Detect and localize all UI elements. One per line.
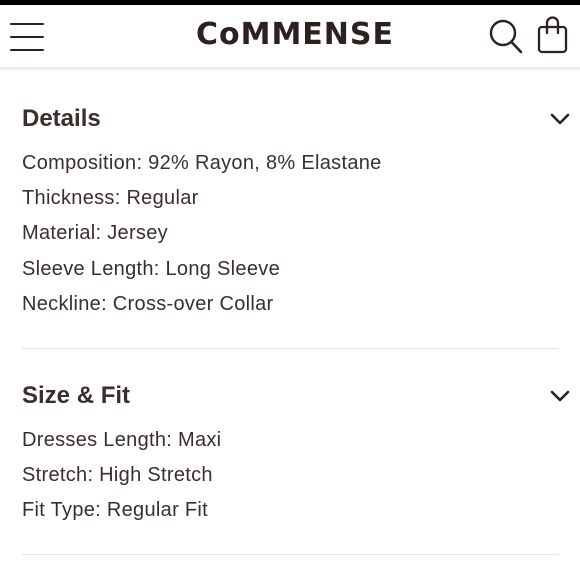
detail-dresses-length: Dresses Length: Maxi [22,429,222,451]
site-header: CoMMENSE [0,5,580,67]
shopping-bag-icon [537,16,568,54]
chevron-down-icon[interactable] [548,110,572,128]
chevron-down-icon[interactable] [548,387,572,405]
cart-button[interactable] [536,14,570,56]
detail-composition: Composition: 92% Rayon, 8% Elastane [22,152,382,174]
details-section: Details Composition: 92% Rayon, 8% Elast… [0,100,580,350]
hamburger-menu-icon-bar-top [10,23,44,25]
details-section-title: Details [22,105,101,132]
size-fit-section: Size & Fit Dresses Length: Maxi Stretch:… [0,377,580,557]
detail-fit-type: Fit Type: Regular Fit [22,499,208,521]
details-section-header[interactable]: Details [0,100,580,140]
hamburger-menu-icon-bar-middle [10,36,44,38]
hamburger-menu-icon-bar-bottom [10,49,44,51]
search-icon [489,19,523,54]
detail-stretch: Stretch: High Stretch [22,464,213,486]
size-fit-section-header[interactable]: Size & Fit [0,377,580,417]
brand-logo[interactable]: CoMMENSE [150,15,440,55]
detail-sleeve-length: Sleeve Length: Long Sleeve [22,258,280,280]
section-divider [22,348,558,349]
search-button[interactable] [488,16,524,56]
menu-button[interactable] [10,19,44,53]
section-divider [22,554,558,555]
detail-material: Material: Jersey [22,222,168,244]
product-info: Details Composition: 92% Rayon, 8% Elast… [0,72,580,580]
size-fit-section-title: Size & Fit [22,382,131,409]
detail-neckline: Neckline: Cross-over Collar [22,293,274,315]
detail-thickness: Thickness: Regular [22,187,199,209]
